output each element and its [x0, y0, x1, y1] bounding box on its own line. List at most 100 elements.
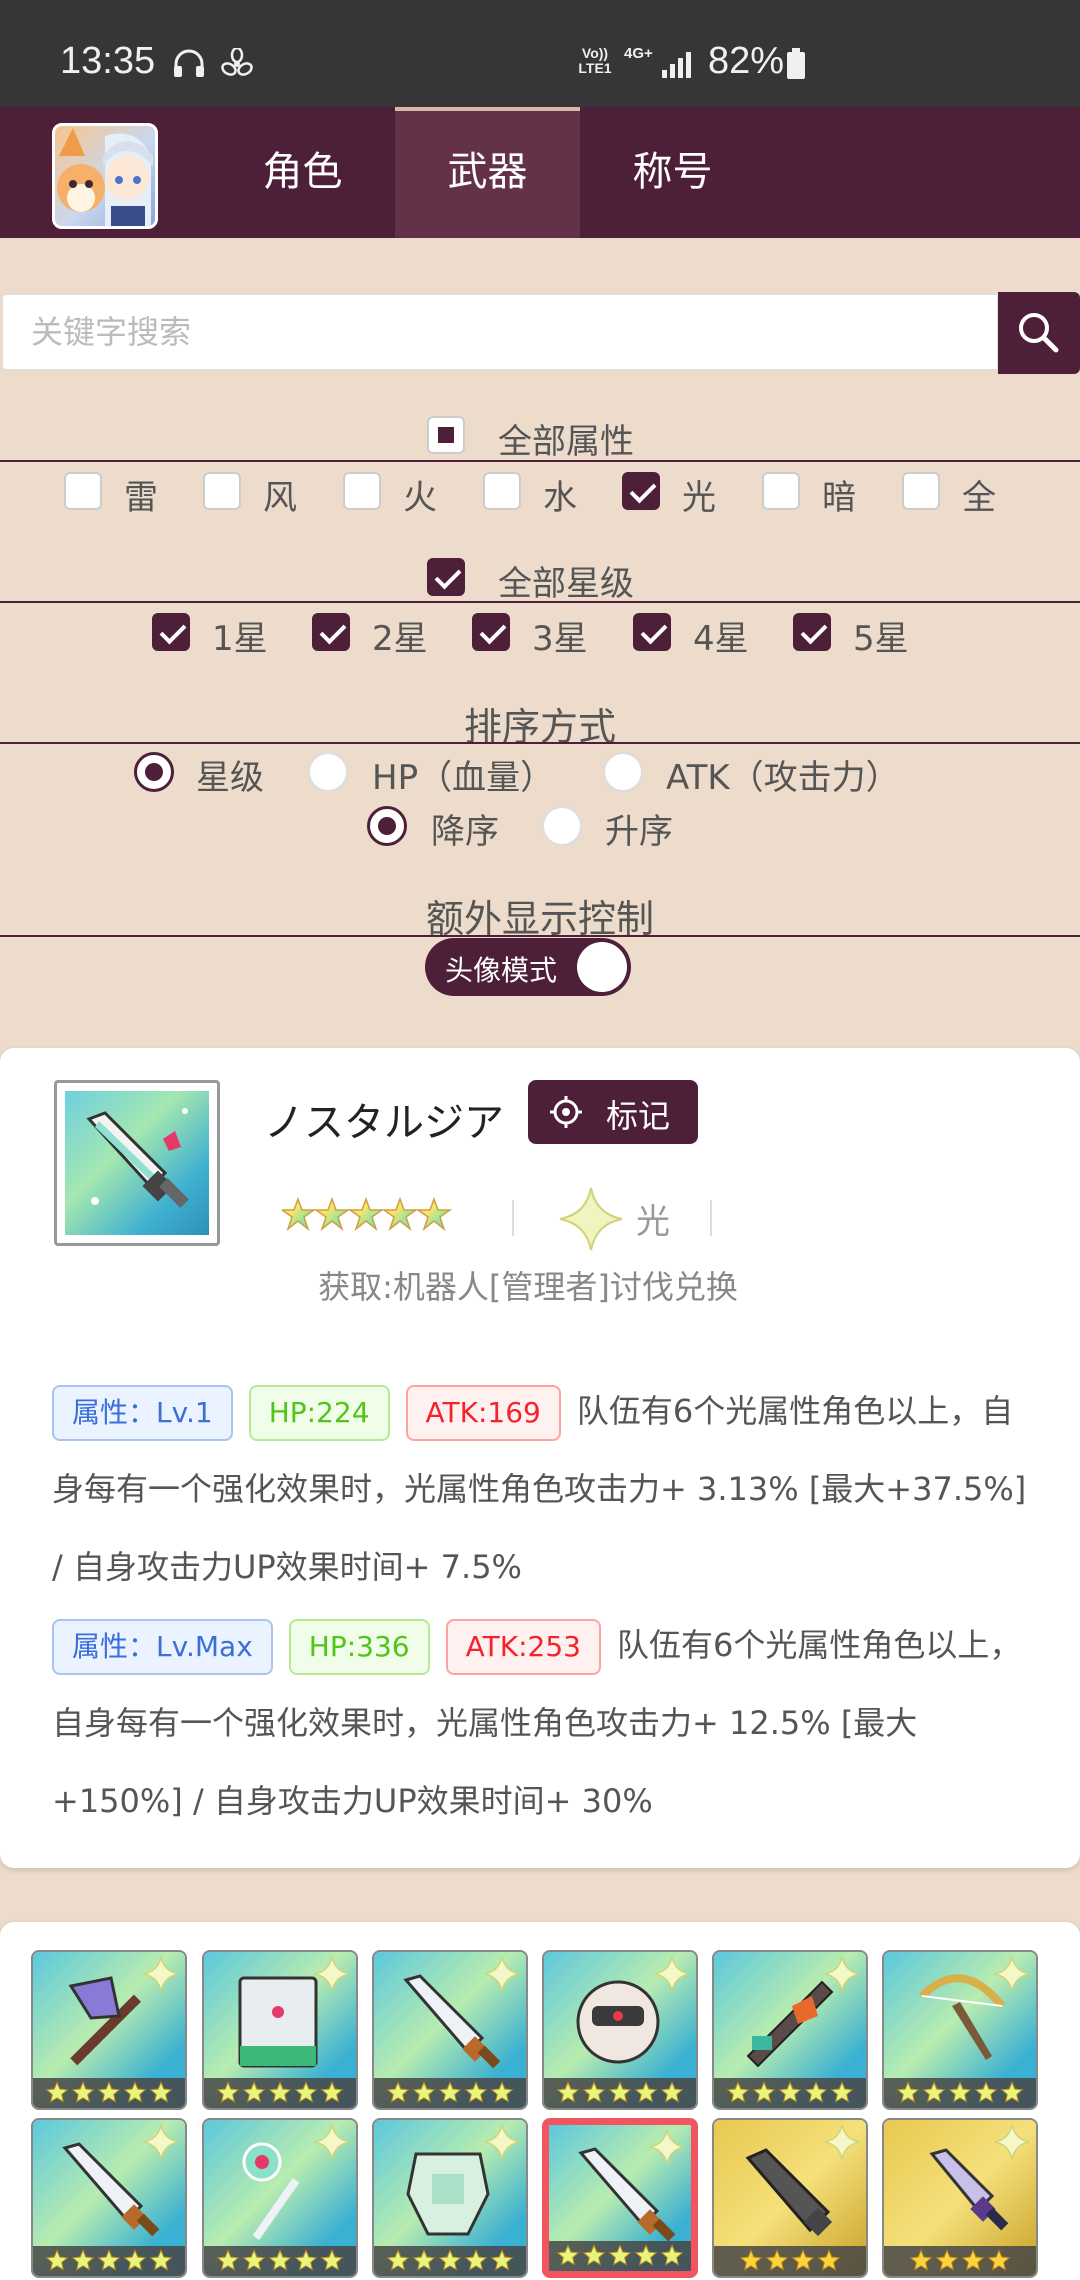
star-icon	[922, 2080, 946, 2103]
star-icon	[313, 1196, 351, 1232]
sort-by-stars-radio[interactable]	[134, 752, 174, 792]
search-button[interactable]	[998, 292, 1080, 374]
star-label-5: 5星	[853, 619, 909, 659]
all-stars-checkbox[interactable]	[427, 558, 465, 596]
star-icon	[556, 2080, 580, 2103]
star-icon	[634, 2080, 658, 2103]
weapon-grid-item[interactable]	[882, 2118, 1038, 2278]
search-input[interactable]	[3, 295, 997, 369]
weapon-grid-item[interactable]	[712, 2118, 868, 2278]
level-tag: 属性：Lv.Max	[52, 1619, 273, 1675]
weapon-grid-item[interactable]	[542, 2118, 698, 2278]
attr-checkbox-fire[interactable]	[343, 472, 381, 510]
star-icon	[660, 2080, 684, 2103]
rarity-stars	[714, 2078, 866, 2108]
star-icon	[294, 2080, 318, 2103]
rarity-stars	[884, 2078, 1036, 2108]
weapon-grid-item[interactable]	[202, 1950, 358, 2110]
atk-tag: ATK:169	[405, 1385, 561, 1441]
tab-titles[interactable]: 称号	[580, 107, 765, 238]
star-checkbox-2[interactable]	[312, 613, 350, 651]
weapon-grid-item[interactable]	[31, 1950, 187, 2110]
star-icon	[490, 2248, 514, 2271]
light-element-icon	[143, 1956, 179, 1992]
star-icon	[97, 2080, 121, 2103]
star-icon	[726, 2080, 750, 2103]
attr-checkbox-wind[interactable]	[203, 472, 241, 510]
star-label-2: 2星	[372, 619, 428, 659]
light-element-icon	[824, 1956, 860, 1992]
attr-label-dark: 暗	[822, 478, 856, 518]
weapon-grid-item[interactable]	[542, 1950, 698, 2110]
divider	[0, 460, 1080, 462]
star-icon	[347, 1196, 385, 1232]
star-checkbox-1[interactable]	[152, 613, 190, 651]
weapon-portrait	[54, 1080, 220, 1246]
mark-button[interactable]: 标记	[528, 1080, 698, 1144]
star-icon	[987, 2248, 1011, 2271]
weapon-grid-item[interactable]	[202, 2118, 358, 2278]
weapon-grid-item[interactable]	[31, 2118, 187, 2278]
rarity-stars	[374, 2078, 526, 2108]
tab-weapons[interactable]: 武器	[395, 107, 580, 238]
star-icon	[386, 2080, 410, 2103]
attr-checkbox-all[interactable]	[902, 472, 940, 510]
star-checkbox-4[interactable]	[633, 613, 671, 651]
order-desc-radio[interactable]	[367, 806, 407, 846]
status-bar: 13:35 Vo)) LTE1 4G+ 82%	[0, 0, 1080, 107]
rarity-stars	[544, 2078, 696, 2108]
star-icon	[71, 2080, 95, 2103]
search-box	[2, 294, 998, 370]
star-icon	[582, 2243, 606, 2266]
atk-tag: ATK:253	[445, 1619, 601, 1675]
attr-checkbox-water[interactable]	[483, 472, 521, 510]
light-element-icon	[484, 2124, 520, 2160]
app-header: 角色 武器 称号	[0, 107, 1080, 238]
order-asc-label: 升序	[605, 812, 673, 852]
rarity-stars	[549, 2241, 691, 2271]
star-icon	[45, 2248, 69, 2271]
all-attributes-checkbox[interactable]	[427, 416, 465, 454]
weapon-grid-item[interactable]	[882, 1950, 1038, 2110]
sort-by-hp-label: HP（血量）	[372, 758, 555, 798]
divider	[0, 742, 1080, 744]
signal-icon	[662, 52, 691, 78]
star-icon	[242, 2080, 266, 2103]
star-label-4: 4星	[693, 619, 749, 659]
light-element-icon	[654, 1956, 690, 1992]
avatar-mode-toggle[interactable]: 头像模式	[425, 938, 631, 996]
star-icon	[804, 2080, 828, 2103]
order-asc-radio[interactable]	[542, 806, 582, 846]
star-checkbox-3[interactable]	[472, 613, 510, 651]
weapon-grid	[0, 1922, 1080, 2280]
sort-by-stars-label: 星级	[196, 758, 264, 798]
attr-checkbox-dark[interactable]	[762, 472, 800, 510]
star-icon	[896, 2080, 920, 2103]
order-desc-label: 降序	[431, 812, 499, 852]
attr-checkbox-light[interactable]	[622, 472, 660, 510]
star-icon	[791, 2248, 815, 2271]
light-element-icon	[824, 2124, 860, 2160]
star-icon	[412, 2248, 436, 2271]
sort-by-atk-radio[interactable]	[603, 752, 643, 792]
level-1-effect: 属性：Lv.1 HP:224 ATK:169 队伍有6个光属性角色以上，自身每有一个强…	[52, 1372, 1042, 1606]
rarity-stars	[33, 2246, 185, 2276]
network-type: 4G+	[624, 45, 653, 62]
divider	[0, 935, 1080, 937]
star-checkbox-5[interactable]	[793, 613, 831, 651]
weapon-grid-item[interactable]	[372, 2118, 528, 2278]
star-icon	[71, 2248, 95, 2271]
target-icon	[550, 1096, 582, 1128]
rarity-stars	[204, 2246, 356, 2276]
light-element-icon	[314, 1956, 350, 1992]
star-icon	[582, 2080, 606, 2103]
star-icon	[778, 2080, 802, 2103]
star-icon	[1000, 2080, 1024, 2103]
sort-by-hp-radio[interactable]	[308, 752, 348, 792]
tab-characters[interactable]: 角色	[210, 107, 395, 238]
attr-checkbox-thunder[interactable]	[64, 472, 102, 510]
weapon-grid-item[interactable]	[712, 1950, 868, 2110]
weapon-grid-item[interactable]	[372, 1950, 528, 2110]
light-element-icon	[649, 2129, 685, 2165]
star-label-3: 3星	[532, 619, 588, 659]
